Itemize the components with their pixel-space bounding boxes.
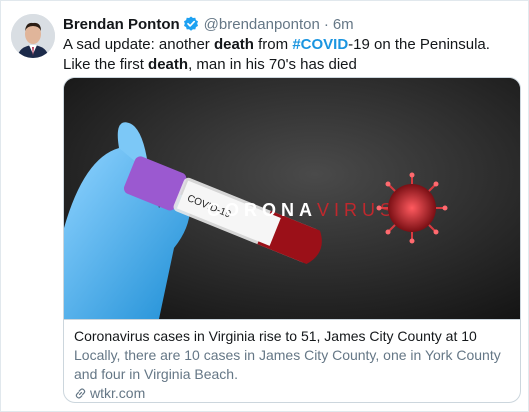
- svg-text:CORONAVIRUS: CORONAVIRUS: [207, 200, 397, 220]
- image-headline-corona: CORONA: [207, 200, 317, 220]
- hashtag-link[interactable]: #COVID: [292, 36, 348, 53]
- avatar[interactable]: [11, 14, 55, 58]
- separator-dot: ·: [323, 15, 329, 33]
- card-image[interactable]: COVID-19 CORONAVIRUS: [64, 78, 520, 319]
- verified-badge-icon: [183, 16, 198, 31]
- tweet-header: Brendan Ponton @brendanponton · 6m: [63, 14, 354, 34]
- tweet-text-bold: death: [148, 56, 189, 73]
- link-icon: [75, 388, 86, 399]
- card-title: Coronavirus cases in Virginia rise to 51…: [74, 328, 477, 344]
- tweet-text-segment: , man in his 70's has died: [188, 56, 357, 73]
- tweet-text-segment: A sad update: another: [63, 36, 214, 53]
- author-name[interactable]: Brendan Ponton: [63, 16, 180, 33]
- card-domain: wtkr.com: [74, 384, 510, 402]
- tweet-text-bold: death: [213, 36, 254, 53]
- card-domain-text: wtkr.com: [90, 385, 146, 401]
- tweet-text-segment: from: [253, 36, 293, 53]
- tweet[interactable]: Brendan Ponton @brendanponton · 6m A sad…: [0, 0, 529, 412]
- card-body[interactable]: Coronavirus cases in Virginia rise to 51…: [64, 319, 520, 402]
- avatar-photo: [11, 14, 55, 58]
- tweet-text: A sad update: another death from #COVID-…: [63, 35, 513, 75]
- author-handle[interactable]: @brendanponton: [204, 16, 320, 33]
- image-headline-virus: VIRUS: [317, 200, 397, 220]
- card-description: Locally, there are 10 cases in James Cit…: [74, 347, 501, 382]
- card-image-art: COVID-19 CORONAVIRUS: [64, 78, 520, 319]
- link-card[interactable]: COVID-19 CORONAVIRUS Coronavirus cases i…: [63, 77, 521, 403]
- tweet-timestamp[interactable]: 6m: [333, 16, 354, 33]
